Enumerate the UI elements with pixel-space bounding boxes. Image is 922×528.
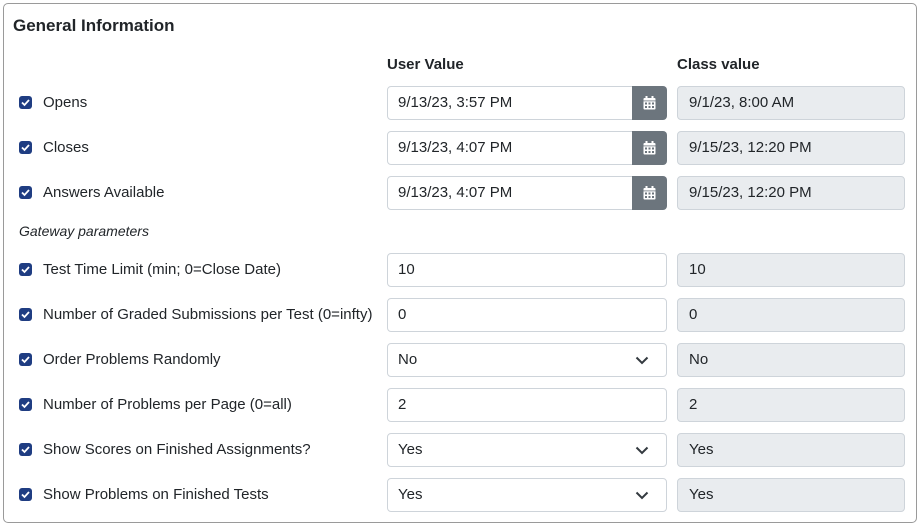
- checkmark-icon: [21, 144, 30, 152]
- test-time-limit-input[interactable]: 10: [387, 253, 667, 287]
- opens-label: Opens: [43, 94, 88, 111]
- problems-per-page-class-value: 2: [677, 388, 905, 422]
- show-problems-select[interactable]: Yes: [387, 478, 667, 512]
- show-problems-selected: Yes: [398, 486, 423, 503]
- calendar-icon: [643, 141, 656, 155]
- graded-submissions-label: Number of Graded Submissions per Test (0…: [43, 306, 373, 323]
- row-show-scores: Show Scores on Finished Assignments? Yes…: [0, 433, 922, 467]
- test-time-limit-checkbox[interactable]: [19, 263, 32, 276]
- show-scores-selected: Yes: [398, 441, 423, 458]
- graded-submissions-class-value: 0: [677, 298, 905, 332]
- checkmark-icon: [21, 99, 30, 107]
- checkmark-icon: [21, 311, 30, 319]
- class-value-header: Class value: [677, 56, 760, 73]
- chevron-down-icon: [635, 491, 649, 500]
- checkmark-icon: [21, 356, 30, 364]
- row-graded-submissions: Number of Graded Submissions per Test (0…: [0, 298, 922, 332]
- calendar-icon: [643, 186, 656, 200]
- problems-per-page-checkbox[interactable]: [19, 398, 32, 411]
- gateway-parameters-heading: Gateway parameters: [19, 223, 149, 239]
- closes-date-input[interactable]: 9/13/23, 4:07 PM: [387, 131, 633, 165]
- order-problems-randomly-label: Order Problems Randomly: [43, 351, 221, 368]
- show-scores-select[interactable]: Yes: [387, 433, 667, 467]
- chevron-down-icon: [635, 446, 649, 455]
- row-test-time-limit: Test Time Limit (min; 0=Close Date) 10 1…: [0, 253, 922, 287]
- checkmark-icon: [21, 266, 30, 274]
- problems-per-page-label: Number of Problems per Page (0=all): [43, 396, 292, 413]
- problems-per-page-input[interactable]: 2: [387, 388, 667, 422]
- order-problems-randomly-select[interactable]: No: [387, 343, 667, 377]
- checkmark-icon: [21, 446, 30, 454]
- order-problems-randomly-class-value: No: [677, 343, 905, 377]
- opens-class-value: 9/1/23, 8:00 AM: [677, 86, 905, 120]
- row-answers-available: Answers Available 9/13/23, 4:07 PM 9/15/…: [0, 176, 922, 210]
- closes-label: Closes: [43, 139, 89, 156]
- section-title: General Information: [13, 16, 175, 35]
- opens-checkbox[interactable]: [19, 96, 32, 109]
- checkmark-icon: [21, 189, 30, 197]
- answers-available-label: Answers Available: [43, 184, 165, 201]
- checkmark-icon: [21, 491, 30, 499]
- show-problems-class-value: Yes: [677, 478, 905, 512]
- row-problems-per-page: Number of Problems per Page (0=all) 2 2: [0, 388, 922, 422]
- closes-class-value: 9/15/23, 12:20 PM: [677, 131, 905, 165]
- row-closes: Closes 9/13/23, 4:07 PM 9/15/23, 12:20 P…: [0, 131, 922, 165]
- answers-available-class-value: 9/15/23, 12:20 PM: [677, 176, 905, 210]
- show-scores-label: Show Scores on Finished Assignments?: [43, 441, 311, 458]
- show-problems-checkbox[interactable]: [19, 488, 32, 501]
- checkmark-icon: [21, 401, 30, 409]
- show-scores-checkbox[interactable]: [19, 443, 32, 456]
- answers-available-checkbox[interactable]: [19, 186, 32, 199]
- test-time-limit-class-value: 10: [677, 253, 905, 287]
- opens-date-input[interactable]: 9/13/23, 3:57 PM: [387, 86, 633, 120]
- calendar-icon: [643, 96, 656, 110]
- answers-available-calendar-button[interactable]: [632, 176, 667, 210]
- closes-calendar-button[interactable]: [632, 131, 667, 165]
- row-show-problems: Show Problems on Finished Tests Yes Yes: [0, 478, 922, 512]
- row-opens: Opens 9/13/23, 3:57 PM 9/1/23, 8:00 AM: [0, 86, 922, 120]
- answers-available-date-input[interactable]: 9/13/23, 4:07 PM: [387, 176, 633, 210]
- graded-submissions-input[interactable]: 0: [387, 298, 667, 332]
- user-value-header: User Value: [387, 56, 464, 73]
- show-scores-class-value: Yes: [677, 433, 905, 467]
- graded-submissions-checkbox[interactable]: [19, 308, 32, 321]
- closes-checkbox[interactable]: [19, 141, 32, 154]
- row-order-problems-randomly: Order Problems Randomly No No: [0, 343, 922, 377]
- show-problems-label: Show Problems on Finished Tests: [43, 486, 269, 503]
- test-time-limit-label: Test Time Limit (min; 0=Close Date): [43, 261, 281, 278]
- order-problems-randomly-selected: No: [398, 351, 418, 368]
- chevron-down-icon: [635, 356, 649, 365]
- opens-calendar-button[interactable]: [632, 86, 667, 120]
- order-problems-randomly-checkbox[interactable]: [19, 353, 32, 366]
